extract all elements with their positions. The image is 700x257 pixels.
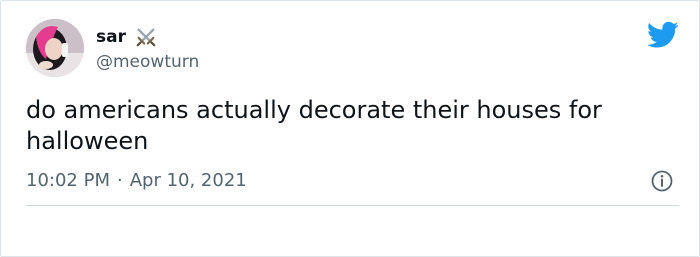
tweet-card: sar @meowturn do americans actually deco… (0, 0, 700, 257)
tweet-date: Apr 10, 2021 (129, 170, 247, 191)
info-icon[interactable] (650, 169, 674, 193)
tweet-timestamp[interactable]: 10:02 PM · Apr 10, 2021 (26, 169, 247, 193)
meta-separator: · (116, 170, 123, 191)
twitter-bird-icon[interactable] (647, 21, 679, 49)
tweet-text: do americans actually decorate their hou… (26, 96, 602, 155)
tweet-time: 10:02 PM (26, 170, 110, 191)
author-handle[interactable]: @meowturn (96, 51, 199, 73)
divider (26, 205, 679, 206)
crossed-swords-icon (136, 28, 156, 47)
avatar[interactable] (26, 19, 84, 77)
author-display-name[interactable]: sar (96, 26, 126, 48)
avatar-image (26, 19, 84, 77)
author-name-row: sar (96, 25, 157, 49)
